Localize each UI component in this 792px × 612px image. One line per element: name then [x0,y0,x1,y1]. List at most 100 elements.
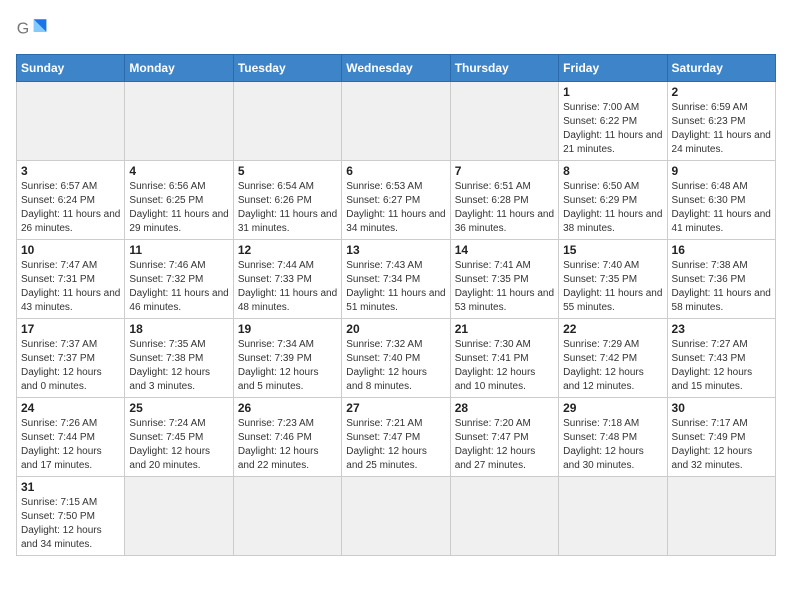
calendar-cell: 12 Sunrise: 7:44 AM Sunset: 7:33 PM Dayli… [233,240,341,319]
day-info: Sunrise: 6:53 AM Sunset: 6:27 PM Dayligh… [346,180,445,236]
calendar-cell: 14 Sunrise: 7:41 AM Sunset: 7:35 PM Dayli… [450,240,558,319]
day-number: 27 [346,401,445,415]
day-number: 22 [563,322,662,336]
calendar-cell: 9Sunrise: 6:48 AM Sunset: 6:30 PM Daylig… [667,161,775,240]
calendar-week-2: 3 Sunrise: 6:57 AM Sunset: 6:24 PM Daylig… [17,161,776,240]
calendar-cell [450,82,558,161]
day-number: 30 [672,401,771,415]
weekday-header-wednesday: Wednesday [342,55,450,82]
calendar-body: 1 Sunrise: 7:00 AM Sunset: 6:22 PM Daylig… [17,82,776,556]
day-number: 10 [21,243,120,257]
calendar-week-3: 10 Sunrise: 7:47 AM Sunset: 7:31 PM Dayli… [17,240,776,319]
calendar-cell: 28 Sunrise: 7:20 AM Sunset: 7:47 PM Dayli… [450,398,558,477]
calendar-cell [450,477,558,556]
day-number: 25 [129,401,228,415]
day-info: Sunrise: 7:38 AM Sunset: 7:36 PM Dayligh… [672,259,771,315]
logo-icon: G [16,16,48,44]
day-number: 4 [129,164,228,178]
day-number: 19 [238,322,337,336]
day-number: 20 [346,322,445,336]
day-info: Sunrise: 7:15 AM Sunset: 7:50 PM Dayligh… [21,496,120,552]
day-info: Sunrise: 7:18 AM Sunset: 7:48 PM Dayligh… [563,417,662,473]
day-info: Sunrise: 7:44 AM Sunset: 7:33 PM Dayligh… [238,259,337,315]
day-number: 5 [238,164,337,178]
calendar-cell [233,477,341,556]
calendar-cell: 24 Sunrise: 7:26 AM Sunset: 7:44 PM Dayli… [17,398,125,477]
day-info: Sunrise: 6:59 AM Sunset: 6:23 PM Dayligh… [672,101,771,157]
logo: G [16,16,52,44]
day-info: Sunrise: 6:48 AM Sunset: 6:30 PM Dayligh… [672,180,771,236]
calendar-cell [667,477,775,556]
day-number: 23 [672,322,771,336]
calendar-cell: 2Sunrise: 6:59 AM Sunset: 6:23 PM Daylig… [667,82,775,161]
weekday-header-saturday: Saturday [667,55,775,82]
calendar-cell: 31 Sunrise: 7:15 AM Sunset: 7:50 PM Dayli… [17,477,125,556]
calendar-cell: 16 Sunrise: 7:38 AM Sunset: 7:36 PM Dayli… [667,240,775,319]
weekday-header-monday: Monday [125,55,233,82]
day-info: Sunrise: 7:27 AM Sunset: 7:43 PM Dayligh… [672,338,771,394]
day-info: Sunrise: 7:37 AM Sunset: 7:37 PM Dayligh… [21,338,120,394]
calendar-week-4: 17Sunrise: 7:37 AM Sunset: 7:37 PM Dayli… [17,319,776,398]
day-info: Sunrise: 7:32 AM Sunset: 7:40 PM Dayligh… [346,338,445,394]
day-info: Sunrise: 7:47 AM Sunset: 7:31 PM Dayligh… [21,259,120,315]
day-info: Sunrise: 6:57 AM Sunset: 6:24 PM Dayligh… [21,180,120,236]
calendar-cell: 8 Sunrise: 6:50 AM Sunset: 6:29 PM Daylig… [559,161,667,240]
day-info: Sunrise: 7:43 AM Sunset: 7:34 PM Dayligh… [346,259,445,315]
day-info: Sunrise: 7:00 AM Sunset: 6:22 PM Dayligh… [563,101,662,157]
calendar-cell: 17Sunrise: 7:37 AM Sunset: 7:37 PM Dayli… [17,319,125,398]
calendar-cell [233,82,341,161]
calendar-cell: 27 Sunrise: 7:21 AM Sunset: 7:47 PM Dayli… [342,398,450,477]
day-info: Sunrise: 6:54 AM Sunset: 6:26 PM Dayligh… [238,180,337,236]
calendar-cell: 5 Sunrise: 6:54 AM Sunset: 6:26 PM Daylig… [233,161,341,240]
day-info: Sunrise: 7:41 AM Sunset: 7:35 PM Dayligh… [455,259,554,315]
calendar-cell: 20 Sunrise: 7:32 AM Sunset: 7:40 PM Dayli… [342,319,450,398]
day-number: 8 [563,164,662,178]
calendar-cell: 19 Sunrise: 7:34 AM Sunset: 7:39 PM Dayli… [233,319,341,398]
calendar-cell: 4Sunrise: 6:56 AM Sunset: 6:25 PM Daylig… [125,161,233,240]
day-info: Sunrise: 7:30 AM Sunset: 7:41 PM Dayligh… [455,338,554,394]
svg-text:G: G [17,21,29,38]
calendar-cell: 13 Sunrise: 7:43 AM Sunset: 7:34 PM Dayli… [342,240,450,319]
calendar-week-5: 24 Sunrise: 7:26 AM Sunset: 7:44 PM Dayli… [17,398,776,477]
day-info: Sunrise: 7:46 AM Sunset: 7:32 PM Dayligh… [129,259,228,315]
calendar-cell [17,82,125,161]
day-info: Sunrise: 7:21 AM Sunset: 7:47 PM Dayligh… [346,417,445,473]
day-number: 29 [563,401,662,415]
day-number: 16 [672,243,771,257]
day-info: Sunrise: 6:50 AM Sunset: 6:29 PM Dayligh… [563,180,662,236]
day-number: 1 [563,85,662,99]
day-info: Sunrise: 7:23 AM Sunset: 7:46 PM Dayligh… [238,417,337,473]
day-number: 15 [563,243,662,257]
day-info: Sunrise: 7:17 AM Sunset: 7:49 PM Dayligh… [672,417,771,473]
calendar-cell: 10 Sunrise: 7:47 AM Sunset: 7:31 PM Dayli… [17,240,125,319]
calendar: SundayMondayTuesdayWednesdayThursdayFrid… [16,54,776,556]
day-info: Sunrise: 7:34 AM Sunset: 7:39 PM Dayligh… [238,338,337,394]
day-info: Sunrise: 7:40 AM Sunset: 7:35 PM Dayligh… [563,259,662,315]
day-number: 21 [455,322,554,336]
day-number: 26 [238,401,337,415]
day-number: 11 [129,243,228,257]
day-number: 31 [21,480,120,494]
day-number: 28 [455,401,554,415]
day-info: Sunrise: 7:35 AM Sunset: 7:38 PM Dayligh… [129,338,228,394]
calendar-cell: 1 Sunrise: 7:00 AM Sunset: 6:22 PM Daylig… [559,82,667,161]
calendar-cell: 21 Sunrise: 7:30 AM Sunset: 7:41 PM Dayli… [450,319,558,398]
day-number: 24 [21,401,120,415]
day-info: Sunrise: 7:26 AM Sunset: 7:44 PM Dayligh… [21,417,120,473]
day-number: 6 [346,164,445,178]
day-number: 3 [21,164,120,178]
calendar-cell: 15 Sunrise: 7:40 AM Sunset: 7:35 PM Dayli… [559,240,667,319]
calendar-cell: 26 Sunrise: 7:23 AM Sunset: 7:46 PM Dayli… [233,398,341,477]
day-number: 13 [346,243,445,257]
day-number: 14 [455,243,554,257]
day-info: Sunrise: 6:51 AM Sunset: 6:28 PM Dayligh… [455,180,554,236]
calendar-cell: 18Sunrise: 7:35 AM Sunset: 7:38 PM Dayli… [125,319,233,398]
calendar-cell [125,477,233,556]
calendar-cell: 25Sunrise: 7:24 AM Sunset: 7:45 PM Dayli… [125,398,233,477]
weekday-header-thursday: Thursday [450,55,558,82]
day-number: 12 [238,243,337,257]
calendar-cell: 23 Sunrise: 7:27 AM Sunset: 7:43 PM Dayli… [667,319,775,398]
calendar-cell: 22Sunrise: 7:29 AM Sunset: 7:42 PM Dayli… [559,319,667,398]
day-info: Sunrise: 7:20 AM Sunset: 7:47 PM Dayligh… [455,417,554,473]
day-number: 7 [455,164,554,178]
